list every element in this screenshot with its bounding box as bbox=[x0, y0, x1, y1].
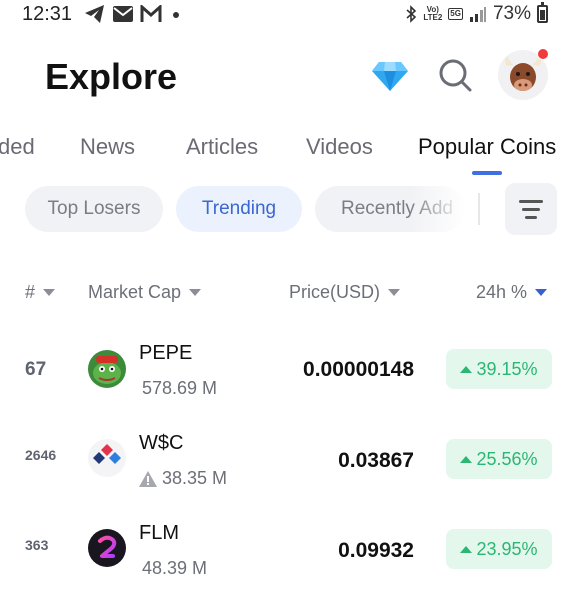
tab-news[interactable]: News bbox=[80, 134, 135, 160]
row-rank: 363 bbox=[25, 537, 49, 553]
chip-divider bbox=[478, 193, 480, 225]
flm-logo-icon bbox=[98, 535, 117, 558]
change-badge: 23.95% bbox=[446, 529, 552, 569]
network-label: Vo) LTE2 bbox=[423, 5, 443, 22]
status-time: 12:31 bbox=[22, 3, 73, 25]
system-status: Vo) LTE2 5G 73% bbox=[405, 2, 548, 25]
page-title: Explore bbox=[45, 56, 178, 97]
chip-trending[interactable]: Trending bbox=[176, 186, 302, 232]
col-price[interactable]: Price(USD) bbox=[289, 282, 401, 303]
battery-percent: 73% bbox=[492, 3, 531, 24]
gmail-icon bbox=[140, 5, 162, 22]
coin-name: W$C bbox=[139, 432, 184, 454]
row-rank: 2646 bbox=[25, 447, 57, 463]
col-rank[interactable]: # bbox=[25, 282, 56, 303]
coin-market-cap: 38.35 M bbox=[138, 468, 227, 489]
bluetooth-icon bbox=[406, 5, 417, 23]
coin-name: FLM bbox=[139, 522, 179, 544]
sort-caret-icon bbox=[388, 289, 401, 296]
pepe-logo-icon bbox=[88, 350, 126, 388]
notification-dot bbox=[537, 48, 549, 60]
coin-logo bbox=[88, 529, 126, 567]
table-row[interactable]: 2646 W$C 38.35 M 0.03867 25.56% bbox=[0, 420, 576, 510]
telegram-icon bbox=[85, 5, 104, 23]
content-tabs: ded News Articles Videos Popular Coins bbox=[0, 134, 576, 174]
up-arrow-icon bbox=[460, 365, 473, 373]
coin-market-cap: 48.39 M bbox=[142, 558, 208, 578]
coin-market-cap: 578.69 M bbox=[142, 378, 218, 398]
col-24h-change[interactable]: 24h % bbox=[476, 282, 548, 303]
search-icon[interactable] bbox=[437, 57, 473, 93]
table-row[interactable]: 67 PEPE 578.69 M 0.00000148 39.15% bbox=[0, 330, 576, 420]
sort-caret-icon bbox=[535, 289, 548, 296]
change-badge: 39.15% bbox=[446, 349, 552, 389]
tab-popular-coins[interactable]: Popular Coins bbox=[418, 134, 556, 160]
coin-price: 0.03867 bbox=[338, 449, 414, 472]
signal-icon bbox=[469, 7, 486, 22]
battery-icon bbox=[537, 2, 548, 23]
active-tab-indicator bbox=[472, 171, 502, 175]
col-market-cap[interactable]: Market Cap bbox=[88, 282, 202, 303]
coin-price: 0.09932 bbox=[338, 539, 414, 562]
warning-icon bbox=[139, 470, 157, 487]
sort-caret-icon bbox=[43, 289, 56, 296]
filter-icon bbox=[519, 199, 543, 203]
status-bar: 12:31 Vo) LTE2 5G 73% bbox=[0, 0, 576, 30]
chip-fade-overlay bbox=[410, 186, 466, 232]
wsc-logo-icon bbox=[93, 444, 121, 464]
sort-caret-icon bbox=[189, 289, 202, 296]
tab-videos[interactable]: Videos bbox=[306, 134, 373, 160]
coin-logo bbox=[88, 439, 126, 477]
coin-name: PEPE bbox=[139, 342, 193, 364]
dot-icon bbox=[173, 12, 179, 18]
up-arrow-icon bbox=[460, 545, 473, 553]
change-badge: 25.56% bbox=[446, 439, 552, 479]
filter-button[interactable] bbox=[505, 183, 557, 235]
tab-articles[interactable]: Articles bbox=[186, 134, 258, 160]
table-row[interactable]: 363 FLM 48.39 M 0.09932 23.95% bbox=[0, 510, 576, 594]
tab-recommended[interactable]: ded bbox=[0, 134, 35, 160]
notification-icons bbox=[84, 4, 182, 24]
row-rank: 67 bbox=[25, 359, 47, 380]
diamond-icon[interactable] bbox=[371, 60, 409, 92]
mail-icon bbox=[113, 6, 133, 22]
network-gen-badge: 5G bbox=[448, 8, 463, 20]
coin-price: 0.00000148 bbox=[303, 358, 414, 381]
chip-top-losers[interactable]: Top Losers bbox=[25, 186, 163, 232]
coin-logo bbox=[88, 350, 126, 388]
up-arrow-icon bbox=[460, 455, 473, 463]
